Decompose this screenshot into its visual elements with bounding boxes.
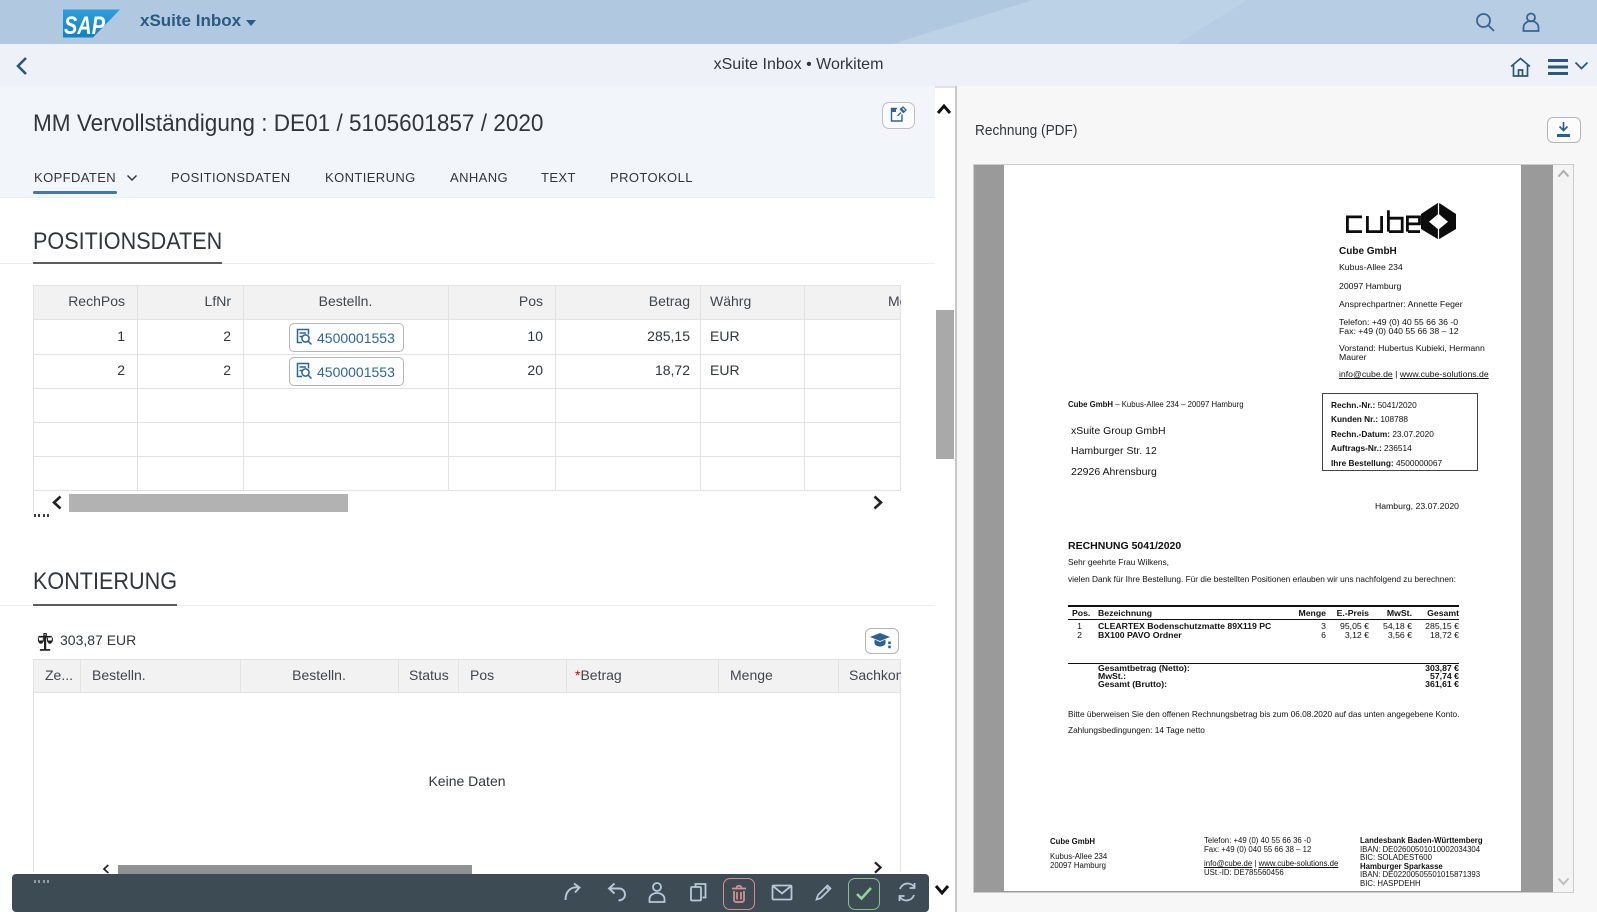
svg-text:SAP: SAP <box>64 12 105 38</box>
